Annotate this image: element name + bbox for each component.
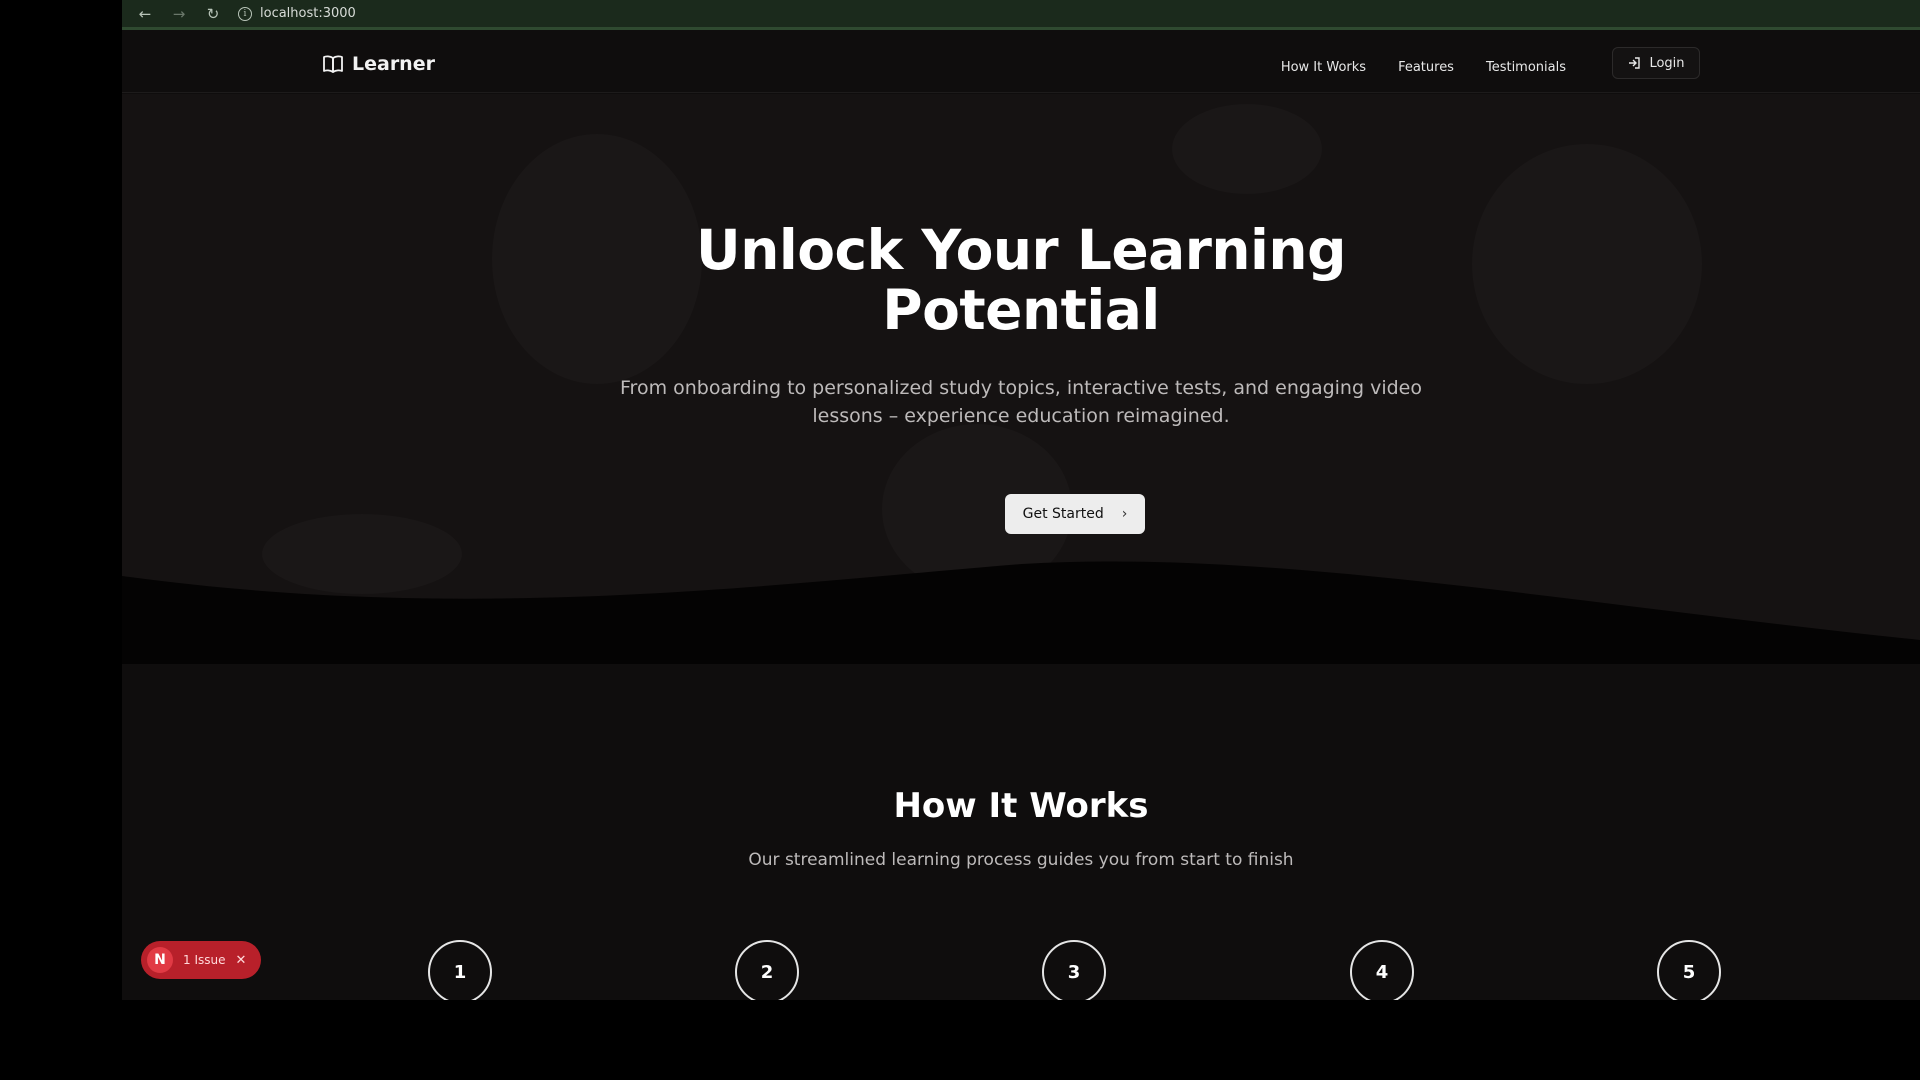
hero-title-line: Potential [882, 278, 1160, 342]
nav-link-testimonials[interactable]: Testimonials [1486, 60, 1566, 75]
login-button[interactable]: Login [1612, 47, 1700, 79]
step-circle-1: 1 [428, 940, 492, 1000]
section-title: How It Works [893, 786, 1149, 826]
nextjs-logo-icon: N [147, 947, 173, 973]
close-icon[interactable]: ✕ [235, 953, 246, 968]
section-subtitle: Our streamlined learning process guides … [748, 850, 1294, 870]
login-icon [1629, 57, 1641, 69]
hero-section: Unlock Your Learning Potential From onbo… [122, 94, 1920, 664]
background-blob [1172, 104, 1322, 194]
get-started-button[interactable]: Get Started › [1005, 494, 1145, 534]
logo[interactable]: Learner [322, 53, 435, 75]
issue-count-label: 1 Issue [183, 953, 226, 967]
browser-window: ← → ↻ i localhost:3000 Learner How It Wo… [122, 0, 1920, 1000]
get-started-label: Get Started [1022, 506, 1104, 522]
logo-text: Learner [352, 53, 435, 75]
reload-icon[interactable]: ↻ [202, 3, 224, 25]
step-circle-4: 4 [1350, 940, 1414, 1000]
url-text[interactable]: localhost:3000 [260, 6, 356, 21]
hero-subtitle: From onboarding to personalized study to… [122, 374, 1920, 430]
hero-title-line: Unlock Your Learning [696, 218, 1346, 282]
info-icon[interactable]: i [238, 6, 252, 21]
dev-issue-badge[interactable]: N 1 Issue ✕ [141, 941, 261, 979]
main-nav: How It Works Features Testimonials Login [1281, 47, 1700, 79]
nav-link-features[interactable]: Features [1398, 60, 1454, 75]
login-label: Login [1649, 55, 1685, 71]
site-header: Learner How It Works Features Testimonia… [122, 33, 1920, 93]
arrow-left-icon[interactable]: ← [134, 3, 156, 25]
chevron-right-icon: › [1121, 506, 1128, 522]
hero-title: Unlock Your Learning Potential [122, 220, 1920, 340]
step-circle-5: 5 [1657, 940, 1721, 1000]
hero-subtitle-line: From onboarding to personalized study to… [620, 377, 1422, 399]
address-bar[interactable]: i localhost:3000 [238, 3, 356, 25]
open-book-icon [323, 55, 343, 73]
browser-toolbar: ← → ↻ i localhost:3000 [122, 0, 1920, 30]
hero-subtitle-line: lessons – experience education reimagine… [812, 405, 1230, 427]
step-circle-2: 2 [735, 940, 799, 1000]
nav-link-how-it-works[interactable]: How It Works [1281, 60, 1366, 75]
how-it-works-section: How It Works Our streamlined learning pr… [122, 664, 1920, 1000]
step-circle-3: 3 [1042, 940, 1106, 1000]
wave-divider [122, 561, 1920, 664]
arrow-right-icon[interactable]: → [168, 3, 190, 25]
